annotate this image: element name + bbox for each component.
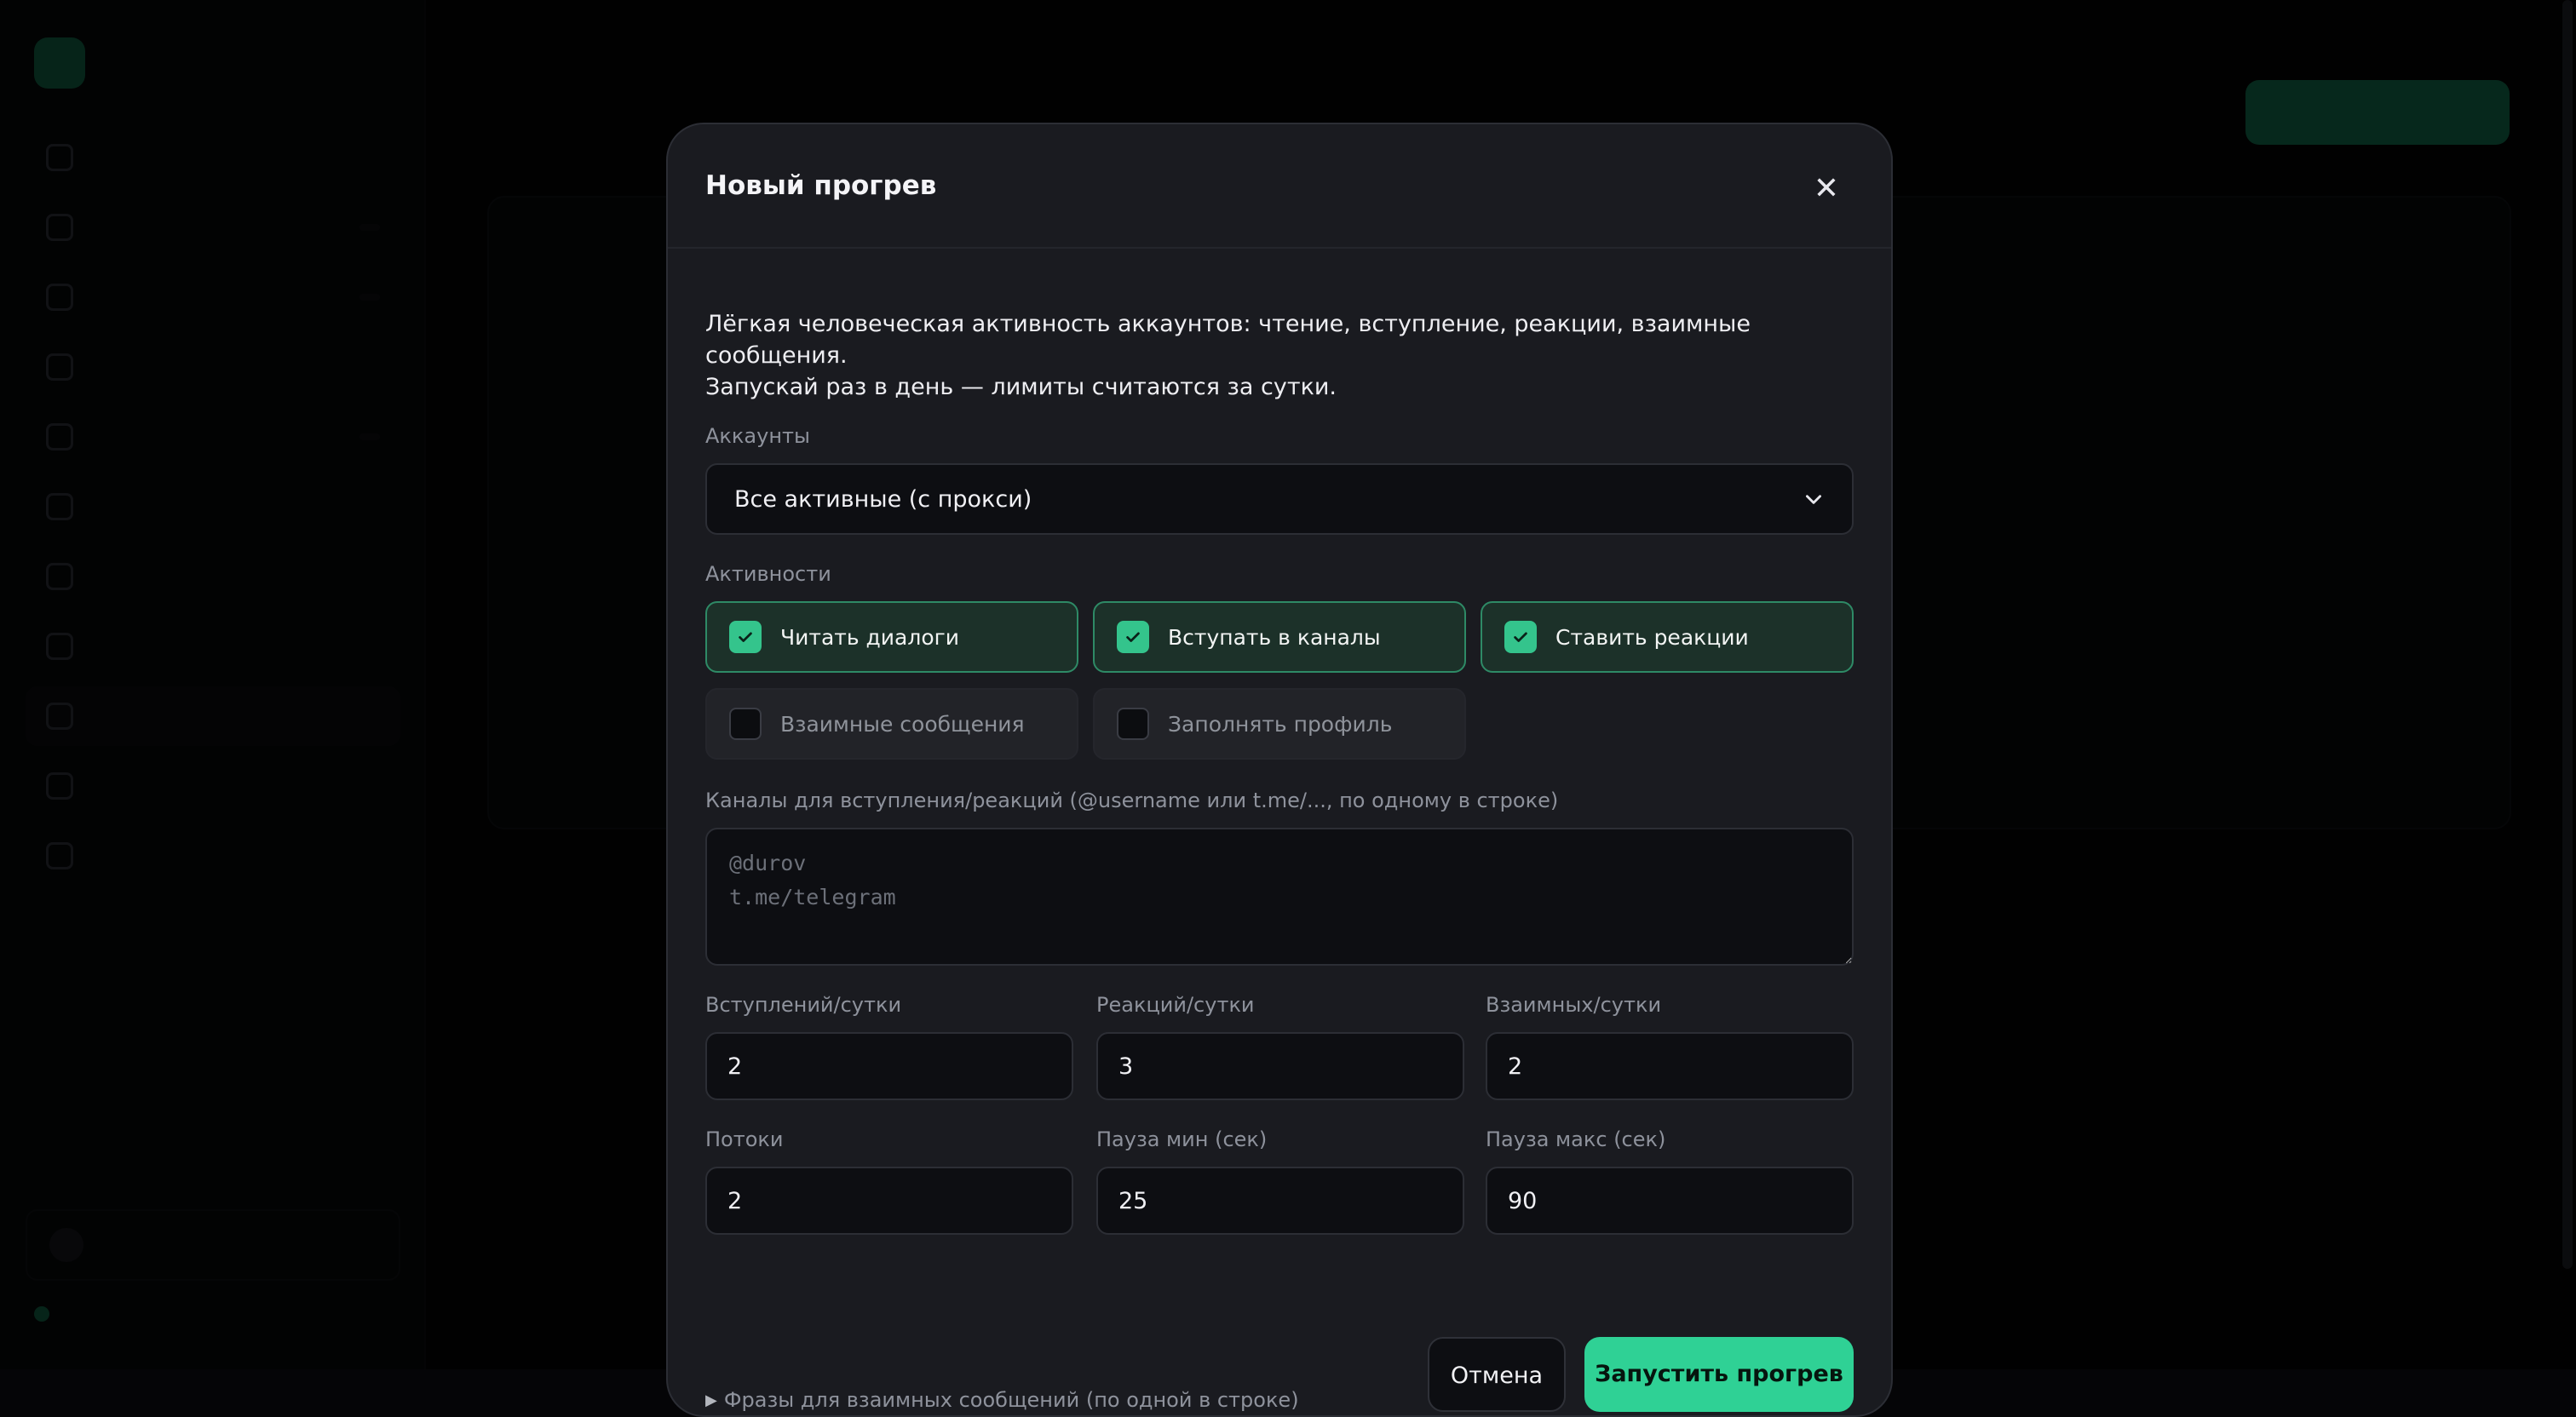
mutual-per-day-input[interactable] <box>1486 1032 1854 1100</box>
channels-textarea[interactable] <box>705 828 1854 966</box>
activity-fill-profile[interactable]: Заполнять профиль <box>1093 688 1466 760</box>
modal-header: Новый прогрев ✕ <box>668 124 1891 249</box>
mutual-per-day-label: Взаимных/сутки <box>1486 993 1661 1017</box>
activity-label: Читать диалоги <box>780 625 959 650</box>
phrases-disclosure[interactable]: ▶ Фразы для взаимных сообщений (по одной… <box>705 1388 1299 1412</box>
threads-label: Потоки <box>705 1127 784 1151</box>
disclosure-triangle-icon: ▶ <box>705 1391 717 1409</box>
activity-read-dialogs[interactable]: Читать диалоги <box>705 601 1078 673</box>
new-warmup-modal: Новый прогрев ✕ Лёгкая человеческая акти… <box>666 123 1893 1417</box>
checkbox-checked-icon <box>1117 621 1149 653</box>
activities-label: Активности <box>705 562 831 586</box>
pause-max-label: Пауза макс (сек) <box>1486 1127 1665 1151</box>
activity-join-channels[interactable]: Вступать в каналы <box>1093 601 1466 673</box>
accounts-label: Аккаунты <box>705 424 810 448</box>
channels-label: Каналы для вступления/реакций (@username… <box>705 789 1558 812</box>
activity-label: Заполнять профиль <box>1168 712 1392 737</box>
start-warmup-button[interactable]: Запустить прогрев <box>1584 1337 1854 1412</box>
activity-mutual-messages[interactable]: Взаимные сообщения <box>705 688 1078 760</box>
chevron-down-icon <box>1803 488 1825 510</box>
accounts-select[interactable]: Все активные (с прокси) <box>705 463 1854 535</box>
modal-title: Новый прогрев <box>705 170 936 201</box>
checkbox-checked-icon <box>729 621 762 653</box>
description-line: Запускай раз в день — лимиты считаются з… <box>705 371 1864 403</box>
activity-label: Ставить реакции <box>1555 625 1749 650</box>
phrases-disclosure-label: Фразы для взаимных сообщений (по одной в… <box>724 1388 1299 1412</box>
cancel-button[interactable]: Отмена <box>1428 1337 1566 1412</box>
modal-description: Лёгкая человеческая активность аккаунтов… <box>705 308 1864 403</box>
activity-set-reactions[interactable]: Ставить реакции <box>1481 601 1854 673</box>
activity-label: Взаимные сообщения <box>780 712 1025 737</box>
close-icon[interactable]: ✕ <box>1808 170 1845 208</box>
description-line: Лёгкая человеческая активность аккаунтов… <box>705 308 1864 371</box>
reactions-per-day-label: Реакций/сутки <box>1096 993 1255 1017</box>
checkbox-unchecked-icon <box>1117 708 1149 740</box>
pause-min-label: Пауза мин (сек) <box>1096 1127 1267 1151</box>
accounts-select-value: Все активные (с прокси) <box>734 486 1803 513</box>
checkbox-checked-icon <box>1504 621 1537 653</box>
threads-input[interactable] <box>705 1167 1073 1235</box>
pause-max-input[interactable] <box>1486 1167 1854 1235</box>
checkbox-unchecked-icon <box>729 708 762 740</box>
joins-per-day-input[interactable] <box>705 1032 1073 1100</box>
reactions-per-day-input[interactable] <box>1096 1032 1464 1100</box>
joins-per-day-label: Вступлений/сутки <box>705 993 901 1017</box>
pause-min-input[interactable] <box>1096 1167 1464 1235</box>
activity-label: Вступать в каналы <box>1168 625 1381 650</box>
